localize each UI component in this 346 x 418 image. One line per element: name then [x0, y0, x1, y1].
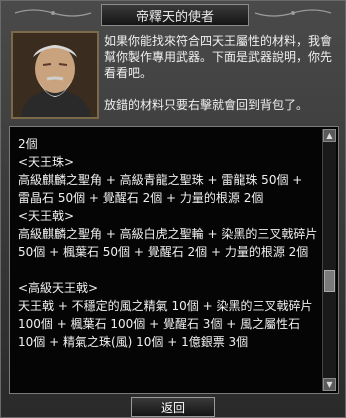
back-button[interactable]: 返回: [131, 397, 215, 417]
old-man-portrait-icon: [13, 33, 97, 117]
npc-portrait: [11, 31, 99, 119]
npc-dialog-text: 如果你能找來符合四天王屬性的材料，我會幫你製作專用武器。下面是武器說明，你先看看…: [104, 33, 334, 125]
scroll-down-arrow-icon[interactable]: ▼: [323, 378, 336, 391]
npc-intro-text: 如果你能找來符合四天王屬性的材料，我會幫你製作專用武器。下面是武器說明，你先看看…: [104, 34, 333, 80]
recipe-list-panel[interactable]: 2個 <天王珠> 高級麒麟之聖角 + 高級青龍之聖珠 + 雷龍珠 50個 + 雷…: [9, 126, 339, 394]
scroll-thumb[interactable]: [324, 270, 335, 293]
npc-note-text: 放錯的材料只要右擊就會回到背包了。: [104, 98, 309, 112]
dialog-window: 帝釋天的使者 如果你能找來符合四天王屬性的材料，我會幫你製作專用武器。下面是武器…: [0, 0, 346, 418]
window-title: 帝釋天的使者: [101, 4, 249, 26]
scrollbar[interactable]: ▲ ▼: [322, 129, 336, 391]
scroll-up-arrow-icon[interactable]: ▲: [323, 129, 336, 142]
ornament-left-icon: [14, 9, 92, 17]
ornament-right-icon: [254, 9, 332, 17]
recipe-list-text: 2個 <天王珠> 高級麒麟之聖角 + 高級青龍之聖珠 + 雷龍珠 50個 + 雷…: [18, 137, 318, 349]
